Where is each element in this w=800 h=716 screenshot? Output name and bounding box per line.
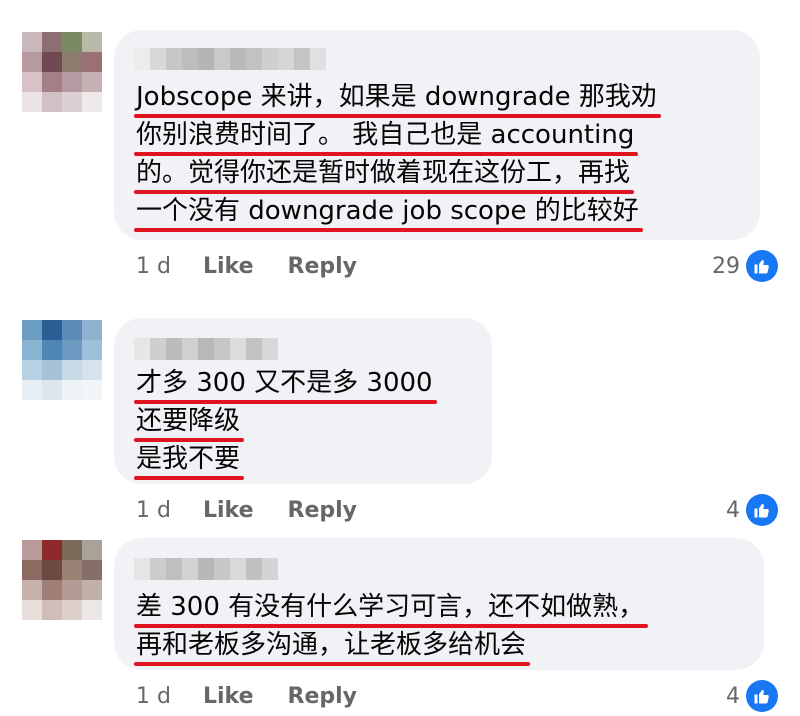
like-icon [746, 494, 778, 526]
timestamp[interactable]: 1 d [136, 684, 171, 709]
comment-line: 你别浪费时间了。 我自己也是 accounting [136, 120, 635, 150]
comment-text: 差 300 有没有什么学习可言，还不如做熟， 再和老板多沟通，让老板多给机会 [136, 588, 644, 664]
reply-button[interactable]: Reply [288, 684, 358, 709]
comment-bubble: 才多 300 又不是多 3000 还要降级 是我不要 [114, 318, 492, 484]
comment-text: Jobscope 来讲，如果是 downgrade 那我劝 你别浪费时间了。 我… [136, 78, 657, 230]
reaction-summary[interactable]: 29 [712, 249, 778, 283]
reply-button[interactable]: Reply [288, 498, 358, 523]
like-button[interactable]: Like [203, 254, 254, 279]
like-icon [746, 250, 778, 282]
comment-line: Jobscope 来讲，如果是 downgrade 那我劝 [136, 82, 657, 112]
reply-button[interactable]: Reply [288, 254, 358, 279]
comment-actions: 1 d Like Reply [136, 681, 391, 711]
like-icon [746, 680, 778, 712]
comment-line: 才多 300 又不是多 3000 [136, 368, 433, 398]
reaction-count: 4 [726, 497, 740, 523]
reaction-count: 4 [726, 683, 740, 709]
comment-text: 才多 300 又不是多 3000 还要降级 是我不要 [136, 364, 433, 478]
author-name-blurred[interactable] [134, 48, 326, 72]
comment-line: 的。觉得你还是暂时做着现在这份工，再找 [136, 158, 631, 188]
like-button[interactable]: Like [203, 498, 254, 523]
like-button[interactable]: Like [203, 684, 254, 709]
timestamp[interactable]: 1 d [136, 498, 171, 523]
comment-line: 是我不要 [136, 444, 241, 474]
avatar[interactable] [22, 320, 102, 400]
reaction-summary[interactable]: 4 [726, 679, 778, 713]
timestamp[interactable]: 1 d [136, 254, 171, 279]
comment-line: 还要降级 [136, 406, 241, 436]
reaction-summary[interactable]: 4 [726, 493, 778, 527]
comment-bubble: Jobscope 来讲，如果是 downgrade 那我劝 你别浪费时间了。 我… [114, 30, 760, 240]
comment-actions: 1 d Like Reply [136, 251, 391, 281]
comment-bubble: 差 300 有没有什么学习可言，还不如做熟， 再和老板多沟通，让老板多给机会 [114, 538, 764, 670]
author-name-blurred[interactable] [134, 338, 278, 362]
comment-actions: 1 d Like Reply [136, 495, 391, 525]
comment-line: 再和老板多沟通，让老板多给机会 [136, 630, 527, 660]
avatar[interactable] [22, 540, 102, 620]
avatar[interactable] [22, 32, 102, 112]
comment-line: 差 300 有没有什么学习可言，还不如做熟， [136, 592, 645, 622]
comment-line: 一个没有 downgrade job scope 的比较好 [136, 196, 639, 226]
author-name-blurred[interactable] [134, 558, 278, 582]
reaction-count: 29 [712, 253, 740, 279]
